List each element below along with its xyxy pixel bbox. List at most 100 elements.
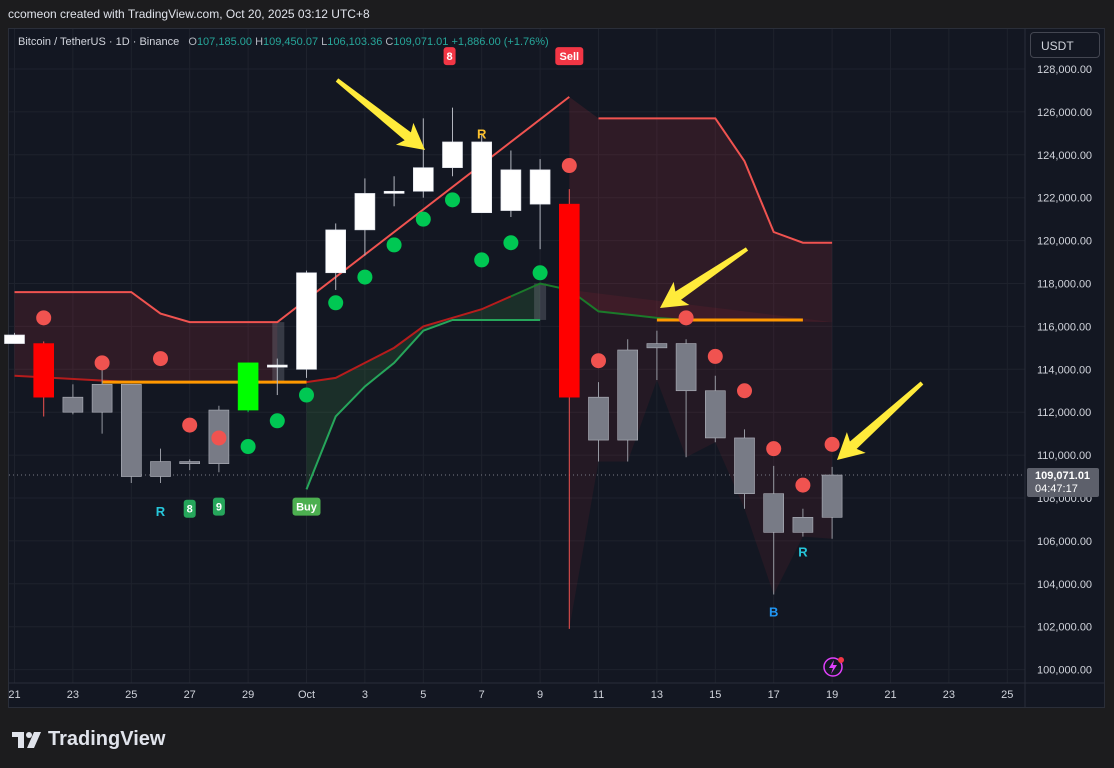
date-tick-label: 25 bbox=[125, 689, 137, 701]
candle-body bbox=[296, 272, 317, 370]
high-label: H bbox=[255, 36, 264, 48]
arrow-shape bbox=[335, 78, 426, 150]
candle-body bbox=[529, 169, 551, 205]
current-price-value: 109,071.01 bbox=[1035, 470, 1090, 482]
candle-body bbox=[325, 229, 347, 274]
signal-dot bbox=[357, 269, 373, 285]
date-tick-label: 21 bbox=[8, 689, 20, 701]
signal-dot bbox=[503, 235, 519, 251]
candle-body bbox=[646, 343, 668, 349]
date-tick-label: 29 bbox=[242, 689, 254, 701]
candle-body bbox=[471, 141, 493, 214]
price-tick-label: 116,000.00 bbox=[1037, 321, 1091, 333]
signal-dot bbox=[795, 477, 811, 493]
date-tick-label: 9 bbox=[537, 689, 543, 701]
signal-tag-text: 8 bbox=[187, 504, 193, 516]
price-tick-label: 128,000.00 bbox=[1037, 64, 1092, 76]
signal-dot bbox=[211, 430, 227, 446]
signal-dot bbox=[737, 383, 752, 399]
arrow-shape bbox=[837, 381, 924, 461]
high-value: 109,450.07 bbox=[263, 36, 319, 48]
signal-dot bbox=[445, 192, 460, 208]
date-tick-label: 21 bbox=[884, 689, 896, 701]
date-tick-label: 15 bbox=[709, 689, 721, 701]
candle-body bbox=[33, 343, 55, 398]
signal-dot bbox=[328, 295, 344, 311]
price-tick-label: 102,000.00 bbox=[1037, 622, 1092, 634]
signal-dot bbox=[269, 413, 285, 429]
signal-tag-text: 9 bbox=[216, 502, 222, 514]
price-tick-label: 100,000.00 bbox=[1037, 665, 1092, 677]
signal-dot bbox=[299, 387, 314, 403]
price-tick-label: 112,000.00 bbox=[1037, 407, 1091, 419]
signal-dot bbox=[182, 417, 198, 433]
candle-body bbox=[617, 349, 639, 441]
tradingview-logo-icon bbox=[12, 731, 41, 748]
price-tick-label: 120,000.00 bbox=[1037, 236, 1092, 248]
candle-body bbox=[266, 364, 288, 368]
symbol-legend: Bitcoin / TetherUS · 1D · Binance O107,1… bbox=[18, 36, 549, 48]
signal-dot bbox=[36, 310, 52, 326]
candle-body bbox=[354, 193, 376, 231]
signal-tag-text: Sell bbox=[560, 51, 580, 63]
candle-body bbox=[412, 167, 434, 192]
open-value: 107,185.00 bbox=[196, 36, 252, 48]
signal-tag-text: Buy bbox=[296, 502, 318, 514]
candle-body bbox=[734, 437, 755, 495]
candle-body bbox=[792, 517, 814, 533]
signal-dot bbox=[474, 252, 490, 268]
signal-dot bbox=[707, 348, 723, 364]
candle-body bbox=[763, 493, 785, 533]
candle-body bbox=[500, 169, 522, 211]
date-tick-label: 25 bbox=[1001, 689, 1013, 701]
signal-dot bbox=[766, 441, 782, 457]
transition-box bbox=[272, 322, 285, 383]
price-tick-label: 118,000.00 bbox=[1037, 279, 1091, 291]
price-tick-label: 110,000.00 bbox=[1037, 450, 1091, 462]
annotation-arrow bbox=[335, 78, 426, 150]
candle-body bbox=[237, 362, 259, 411]
candle-body bbox=[442, 141, 463, 168]
currency-button[interactable]: USDT bbox=[1030, 32, 1100, 58]
signal-dot bbox=[153, 351, 168, 367]
tradingview-brand: TradingView bbox=[12, 728, 165, 751]
signal-dot bbox=[94, 355, 110, 371]
candle-body bbox=[821, 474, 843, 518]
signal-letter: B bbox=[769, 605, 778, 620]
signal-letter: R bbox=[477, 126, 487, 141]
notification-dot bbox=[838, 657, 844, 663]
signal-letter: R bbox=[156, 504, 166, 519]
signal-dot bbox=[824, 436, 840, 452]
signal-dot bbox=[678, 310, 694, 326]
date-tick-label: 27 bbox=[184, 689, 196, 701]
signal-dot bbox=[415, 211, 431, 227]
date-tick-label: 23 bbox=[943, 689, 955, 701]
candle-body bbox=[179, 461, 200, 464]
bear-cloud-fill bbox=[569, 96, 833, 323]
transition-box bbox=[534, 283, 547, 320]
signal-dot bbox=[532, 265, 548, 281]
signal-dot bbox=[240, 439, 256, 455]
candle-body bbox=[704, 390, 726, 439]
price-chart[interactable]: 8 Sell R R 8 9 Buy B R 100,000.00 102,000.00 104,00… bbox=[0, 0, 1114, 768]
signal-dot bbox=[561, 158, 577, 174]
close-value: 109,071.01 bbox=[393, 36, 449, 48]
date-tick-label: 7 bbox=[479, 689, 485, 701]
candle-body bbox=[62, 396, 84, 413]
signal-dot bbox=[591, 353, 606, 369]
low-value: 106,103.36 bbox=[327, 36, 383, 48]
candle-body bbox=[121, 384, 142, 477]
lightning-icon-bolt bbox=[829, 660, 837, 674]
price-tick-label: 106,000.00 bbox=[1037, 536, 1092, 548]
candle-body bbox=[588, 396, 609, 441]
candle-body bbox=[91, 384, 113, 413]
date-tick-label: 17 bbox=[768, 689, 780, 701]
date-tick-label: 5 bbox=[420, 689, 426, 701]
date-tick-label: Oct bbox=[298, 689, 315, 701]
date-tick-label: 19 bbox=[826, 689, 838, 701]
price-tick-label: 114,000.00 bbox=[1037, 364, 1091, 376]
price-tick-label: 122,000.00 bbox=[1037, 193, 1092, 205]
price-tick-label: 126,000.00 bbox=[1037, 107, 1092, 119]
annotation-arrow bbox=[837, 381, 924, 461]
price-tick-label: 124,000.00 bbox=[1037, 150, 1092, 162]
